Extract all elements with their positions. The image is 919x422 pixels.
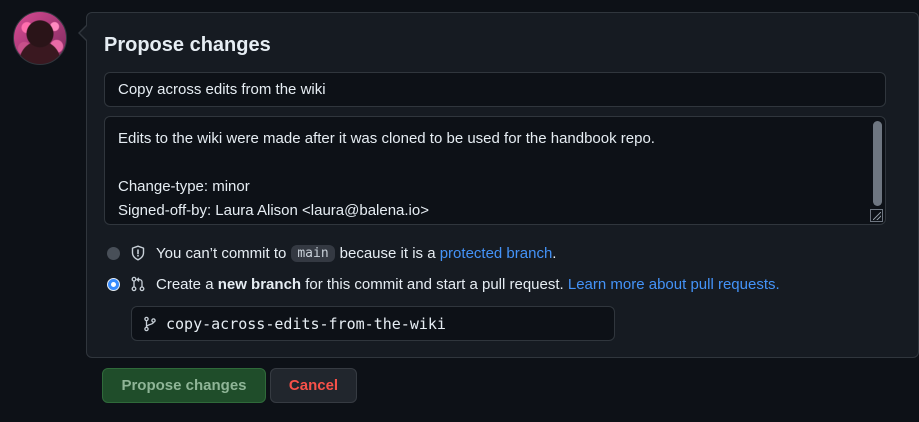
new-branch-name-input[interactable] [166, 314, 606, 333]
commit-direct-text-end: . [552, 244, 557, 262]
commit-new-branch-bold: new branch [217, 275, 302, 293]
git-branch-icon [144, 316, 156, 331]
learn-more-pull-requests-link[interactable]: Learn more about pull requests. [568, 276, 780, 293]
commit-description-text: Edits to the wiki were made after it was… [118, 130, 655, 219]
textarea-resize-handle[interactable] [870, 209, 883, 222]
propose-changes-panel: Propose changes Edits to the wiki were m… [86, 12, 919, 358]
avatar[interactable] [13, 11, 67, 65]
page-title: Propose changes [104, 34, 271, 56]
new-branch-field[interactable] [131, 306, 615, 341]
commit-new-branch-option[interactable]: Create a new branch for this commit and … [107, 274, 780, 294]
commit-new-branch-text: Create a [156, 275, 214, 293]
commit-description-textarea[interactable]: Edits to the wiki were made after it was… [104, 116, 886, 225]
commit-new-branch-text-middle: for this commit and start a pull request… [305, 275, 564, 293]
commit-direct-option: You can’t commit to main because it is a… [107, 243, 556, 263]
commit-direct-radio [107, 246, 120, 260]
cancel-button[interactable]: Cancel [270, 368, 357, 403]
panel-pointer-inner [80, 26, 87, 40]
git-pull-request-icon [131, 276, 145, 292]
commit-new-branch-radio[interactable] [107, 277, 120, 291]
shield-icon [131, 245, 145, 261]
commit-direct-text: You can’t commit to [156, 244, 287, 262]
commit-summary-input[interactable] [104, 72, 886, 107]
base-branch-name: main [291, 244, 335, 262]
commit-direct-text-middle: because it is a [339, 244, 436, 262]
textarea-scrollbar[interactable] [873, 121, 882, 206]
protected-branch-link[interactable]: protected branch [440, 245, 553, 262]
propose-changes-button[interactable]: Propose changes [102, 368, 266, 403]
